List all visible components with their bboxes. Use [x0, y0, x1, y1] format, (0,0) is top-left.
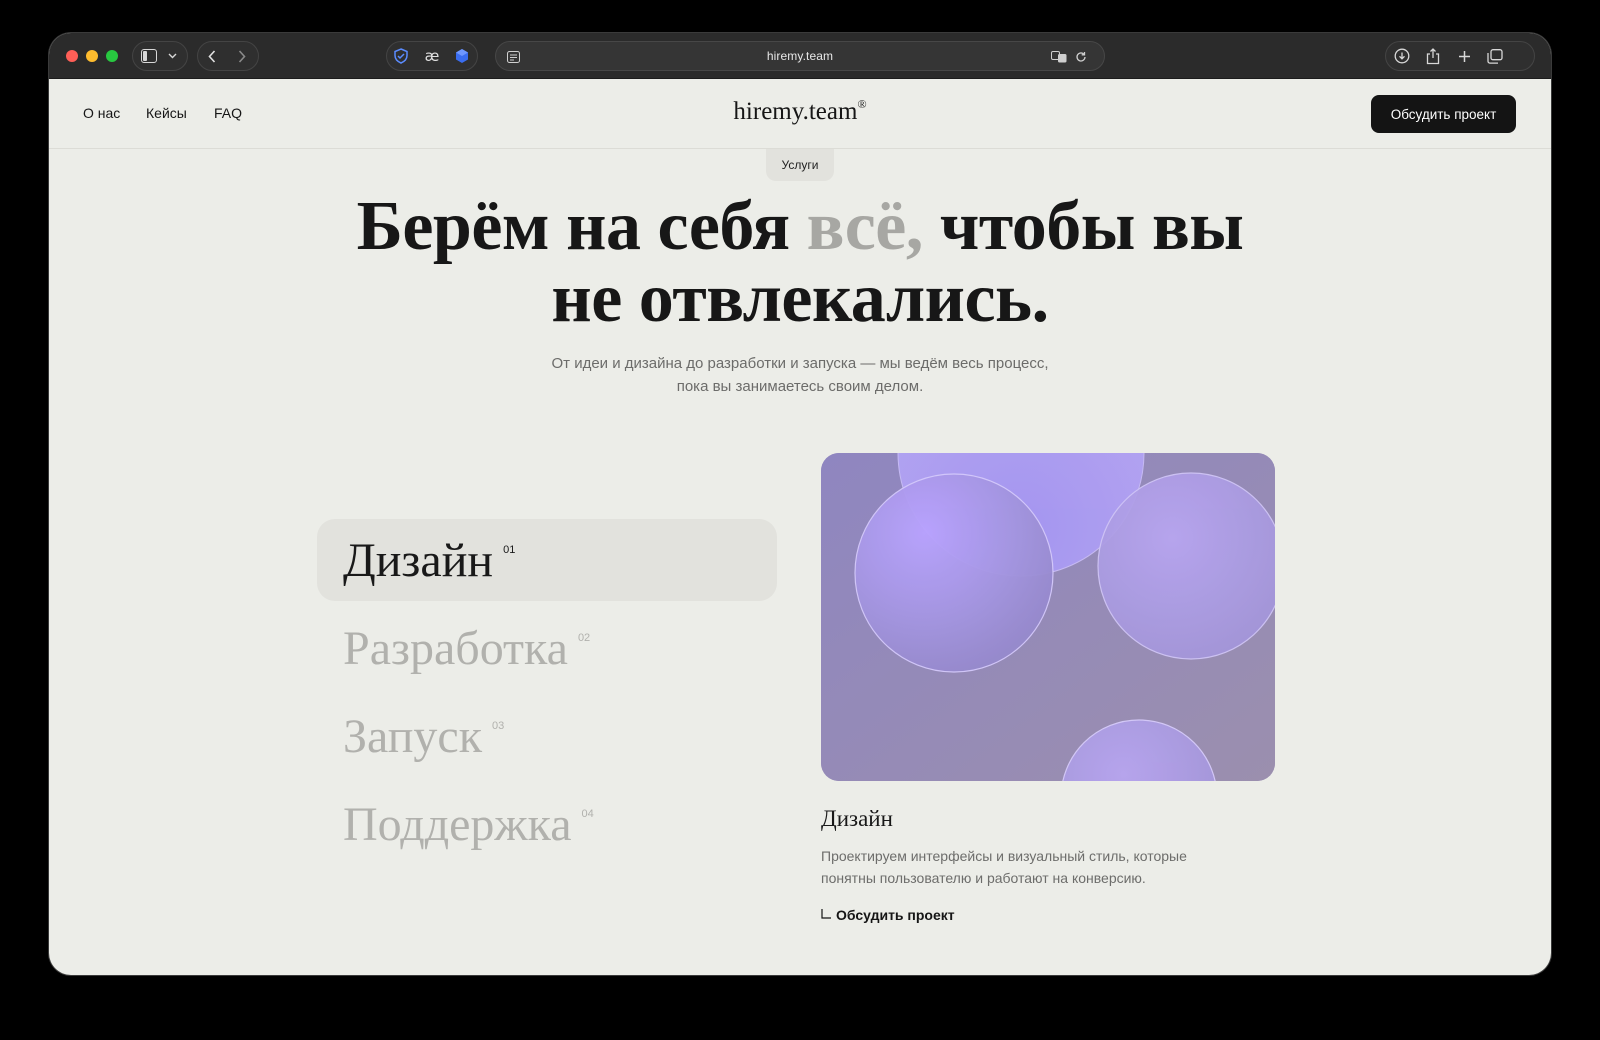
- service-label: Разработка: [343, 621, 568, 675]
- services-list: Дизайн 01 Разработка 02 Запуск 03 Поддержка…: [317, 519, 777, 871]
- service-number: 02: [577, 632, 591, 644]
- service-label: Поддержка: [343, 797, 572, 851]
- download-icon[interactable]: [1387, 41, 1417, 71]
- back-icon[interactable]: [197, 41, 227, 71]
- hero-subtitle: От идеи и дизайна до разработки и запуск…: [49, 352, 1551, 398]
- service-item-support[interactable]: Поддержка 04: [317, 783, 777, 865]
- service-illustration: [821, 453, 1275, 781]
- web-page: О нас Кейсы FAQ hiremy.team® Обсудить пр…: [49, 79, 1551, 975]
- subtitle-line2: пока вы занимаетесь своим делом.: [676, 378, 924, 395]
- service-discuss-link[interactable]: Обсудить проект: [821, 907, 955, 923]
- subtitle-line1: От идеи и дизайна до разработки и запуск…: [551, 355, 1049, 372]
- corner-arrow-icon: [821, 908, 832, 923]
- hero-text-line2: не отвлекались.: [551, 260, 1049, 337]
- service-number: 04: [581, 808, 594, 820]
- share-icon[interactable]: [1418, 41, 1448, 71]
- site-header: О нас Кейсы FAQ hiremy.team® Обсудить пр…: [49, 79, 1551, 149]
- service-item-design[interactable]: Дизайн 01: [317, 519, 777, 601]
- reload-icon[interactable]: [1066, 42, 1096, 72]
- close-window-button[interactable]: [66, 50, 78, 62]
- hero-highlight: всё,: [806, 188, 924, 265]
- hero-heading: Берём на себя всё, чтобы вы не отвлекали…: [49, 191, 1551, 335]
- forward-icon[interactable]: [227, 41, 257, 71]
- service-number: 01: [503, 544, 516, 556]
- chevron-down-icon[interactable]: [158, 41, 186, 71]
- service-detail-text: Проектируем интерфейсы и визуальный стил…: [821, 848, 1187, 886]
- site-logo[interactable]: hiremy.team®: [49, 96, 1551, 126]
- service-label: Дизайн: [343, 533, 494, 587]
- service-number: 03: [492, 720, 505, 732]
- logo-text: hiremy.team: [733, 98, 858, 125]
- hero-text-part1: Берём на себя: [356, 188, 807, 265]
- url-text: hiremy.team: [766, 49, 834, 63]
- new-tab-icon[interactable]: [1449, 41, 1479, 71]
- zoom-window-button[interactable]: [106, 50, 118, 62]
- registered-mark: ®: [857, 96, 867, 111]
- browser-window: æ hiremy.team О нас Кейсы FAQ hiremy.tea…: [49, 33, 1551, 975]
- shield-extension-icon[interactable]: [386, 41, 416, 71]
- tab-overview-icon[interactable]: [1480, 41, 1510, 71]
- address-bar[interactable]: hiremy.team: [495, 41, 1105, 71]
- ae-extension-icon[interactable]: æ: [417, 41, 447, 71]
- section-label: Услуги: [766, 149, 834, 181]
- discuss-project-button[interactable]: Обсудить проект: [1371, 95, 1516, 133]
- browser-toolbar: æ hiremy.team: [49, 33, 1551, 79]
- minimize-window-button[interactable]: [86, 50, 98, 62]
- service-item-launch[interactable]: Запуск 03: [317, 695, 777, 777]
- service-item-development[interactable]: Разработка 02: [317, 607, 777, 689]
- service-label: Запуск: [343, 709, 483, 763]
- hero-text-part2: чтобы вы: [922, 188, 1244, 265]
- service-discuss-link-label: Обсудить проект: [836, 907, 955, 923]
- cube-extension-icon[interactable]: [447, 41, 477, 71]
- service-detail-title: Дизайн: [821, 806, 893, 831]
